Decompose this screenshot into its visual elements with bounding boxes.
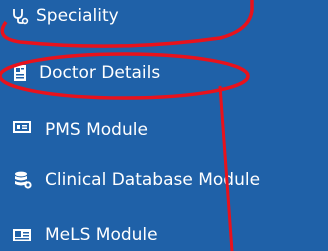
sidebar-item-doctor-details[interactable]: Doctor Details [11,63,160,83]
sidebar-item-label: MeLS Module [45,225,158,245]
sidebar-item-label: Clinical Database Module [45,170,261,190]
sidebar-item-clinical-database-module[interactable]: Clinical Database Module [13,170,260,190]
sidebar-item-label: PMS Module [45,120,148,140]
sidebar-item-pms-module[interactable]: PMS Module [12,117,148,140]
stethoscope-icon [10,6,30,26]
pms-monitor-icon [12,117,32,137]
doctor-card-icon [11,63,29,83]
mels-card-icon [12,225,32,245]
sidebar-menu: Speciality Doctor Details PMS Module Cli… [0,0,328,251]
database-icon [13,170,33,190]
sidebar-item-speciality[interactable]: Speciality [10,6,119,26]
sidebar-item-mels-module[interactable]: MeLS Module [12,225,158,245]
sidebar-item-label: Speciality [36,6,119,26]
sidebar-item-label: Doctor Details [39,63,161,83]
